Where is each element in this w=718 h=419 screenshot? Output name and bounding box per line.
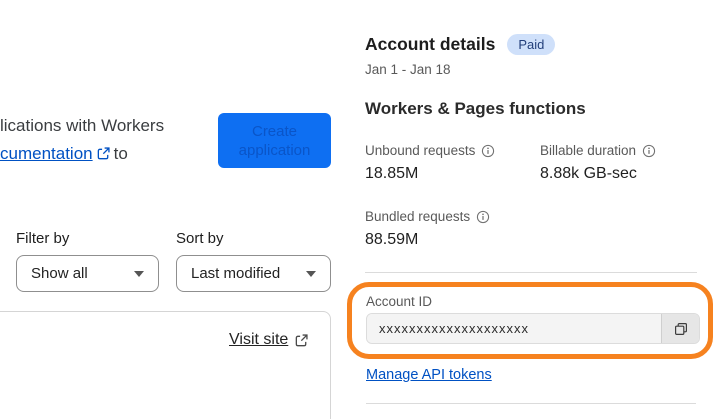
sort-by-label: Sort by bbox=[176, 230, 224, 247]
visit-site-link[interactable]: Visit site bbox=[229, 331, 309, 349]
sort-select[interactable]: Last modified bbox=[176, 255, 331, 292]
external-link-icon bbox=[294, 333, 309, 348]
stat-bundled-requests: Bundled requests 88.59M bbox=[365, 209, 490, 249]
stat-label-text: Bundled requests bbox=[365, 209, 471, 224]
stat-value: 8.88k GB-sec bbox=[540, 165, 637, 182]
workers-pages-dashboard: lications with Workers cumentation to Cre… bbox=[0, 0, 718, 419]
billing-date-range: Jan 1 - Jan 18 bbox=[365, 62, 451, 77]
filter-by-label: Filter by bbox=[16, 230, 70, 247]
sort-select-value: Last modified bbox=[191, 265, 281, 282]
divider bbox=[366, 403, 696, 404]
info-icon[interactable] bbox=[481, 144, 495, 158]
workers-pages-functions-title: Workers & Pages functions bbox=[365, 99, 586, 118]
stat-label: Bundled requests bbox=[365, 209, 490, 224]
account-details-title: Account details bbox=[365, 34, 496, 54]
account-id-input[interactable] bbox=[367, 314, 661, 343]
stat-unbound-requests: Unbound requests 18.85M bbox=[365, 143, 495, 183]
info-icon[interactable] bbox=[476, 210, 490, 224]
external-link-icon bbox=[96, 146, 111, 161]
stat-label: Unbound requests bbox=[365, 143, 495, 158]
account-id-label: Account ID bbox=[366, 294, 433, 309]
chevron-down-icon bbox=[134, 270, 144, 277]
filter-select[interactable]: Show all bbox=[16, 255, 159, 292]
info-icon[interactable] bbox=[642, 144, 656, 158]
account-details-header: Account details Paid bbox=[365, 34, 556, 55]
stat-label: Billable duration bbox=[540, 143, 656, 158]
project-card bbox=[0, 311, 331, 419]
documentation-link[interactable]: cumentation bbox=[0, 144, 93, 163]
stat-value: 18.85M bbox=[365, 165, 419, 182]
intro-line-2: cumentation to bbox=[0, 140, 164, 168]
intro-after-link: to bbox=[113, 144, 128, 163]
create-application-button[interactable]: Create application bbox=[218, 113, 331, 168]
intro-text: lications with Workers cumentation to bbox=[0, 112, 164, 168]
copy-account-id-button[interactable] bbox=[661, 314, 699, 343]
stat-label-text: Unbound requests bbox=[365, 143, 476, 158]
copy-icon bbox=[673, 321, 689, 337]
chevron-down-icon bbox=[306, 270, 316, 277]
stat-label-text: Billable duration bbox=[540, 143, 637, 158]
stat-billable-duration: Billable duration 8.88k GB-sec bbox=[540, 143, 656, 183]
filter-select-value: Show all bbox=[31, 265, 88, 282]
account-id-field-group bbox=[366, 313, 700, 344]
stat-value: 88.59M bbox=[365, 231, 419, 248]
visit-site-label: Visit site bbox=[229, 331, 289, 348]
paid-badge: Paid bbox=[507, 34, 556, 55]
manage-api-tokens-link[interactable]: Manage API tokens bbox=[366, 367, 492, 383]
intro-line-1: lications with Workers bbox=[0, 116, 165, 135]
divider bbox=[365, 272, 697, 273]
